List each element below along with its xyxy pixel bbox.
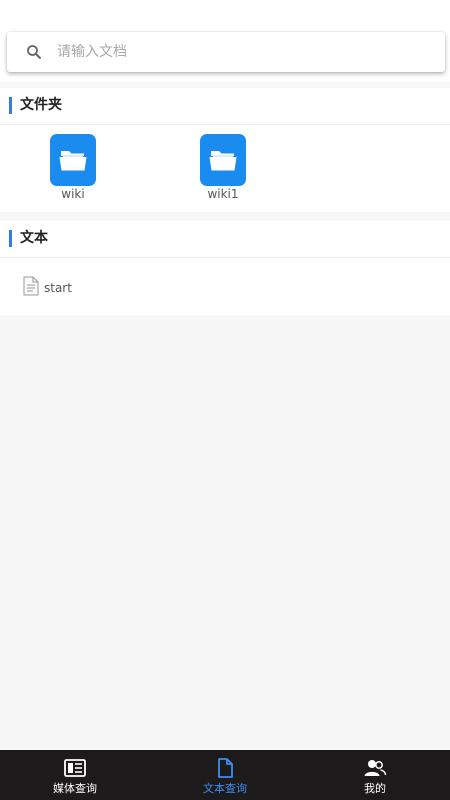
folder-tile[interactable] [50, 134, 96, 186]
document-item-start[interactable]: start [20, 275, 220, 299]
folders-section: 文件夹 wiki wiki1 [0, 88, 450, 212]
media-icon [64, 759, 86, 777]
nav-item-text-query[interactable]: 文本查询 [150, 750, 300, 800]
search-input[interactable] [57, 40, 427, 64]
texts-section: 文本 start [0, 221, 450, 315]
folders-section-header: 文件夹 [0, 88, 450, 125]
folder-label: wiki1 [207, 187, 239, 201]
section-accent-bar [9, 97, 12, 114]
folders-section-title: 文件夹 [20, 97, 62, 113]
search-icon[interactable] [25, 43, 43, 61]
folder-item-wiki[interactable]: wiki [32, 134, 112, 204]
top-area [0, 0, 450, 82]
user-group-icon [364, 760, 387, 776]
section-accent-bar [9, 230, 12, 247]
texts-section-header: 文本 [0, 221, 450, 258]
folder-label: wiki [61, 187, 85, 201]
folder-icon [59, 151, 87, 171]
bottom-nav: 媒体查询 文本查询 我的 [0, 750, 450, 800]
texts-section-title: 文本 [20, 230, 48, 246]
folder-icon [209, 151, 237, 171]
folder-tile[interactable] [200, 134, 246, 186]
nav-label: 文本查询 [203, 782, 247, 795]
document-icon [23, 276, 39, 296]
nav-label: 我的 [364, 782, 386, 795]
nav-item-media-query[interactable]: 媒体查询 [0, 750, 150, 800]
nav-label: 媒体查询 [53, 782, 97, 795]
folder-item-wiki1[interactable]: wiki1 [182, 134, 262, 204]
nav-item-mine[interactable]: 我的 [300, 750, 450, 800]
document-icon [218, 758, 233, 778]
search-bar[interactable] [7, 32, 445, 72]
document-label: start [44, 281, 72, 295]
